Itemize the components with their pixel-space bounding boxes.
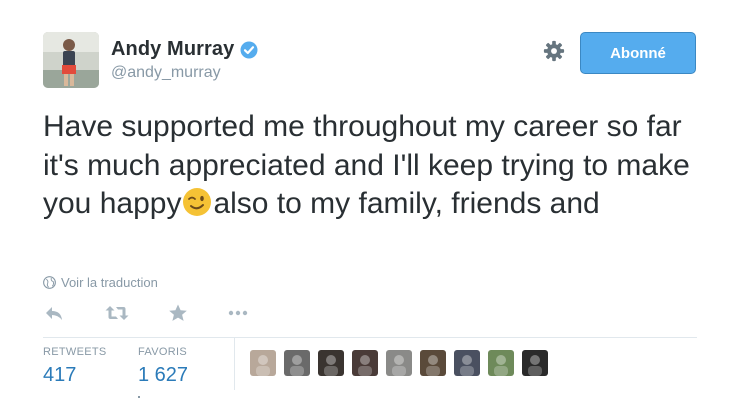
reply-icon[interactable] xyxy=(43,303,65,323)
avatar[interactable] xyxy=(43,32,99,88)
gear-icon[interactable] xyxy=(543,40,565,62)
favoriter-avatar[interactable] xyxy=(420,350,446,376)
name-row: Andy Murray xyxy=(111,38,258,61)
favoriter-avatar[interactable] xyxy=(250,350,276,376)
favoriter-avatar[interactable] xyxy=(454,350,480,376)
favorited-by-avatars xyxy=(250,350,556,376)
divider xyxy=(43,337,697,338)
tweet-text-part-2: also to my family, friends and xyxy=(213,187,600,220)
favoriter-avatar[interactable] xyxy=(284,350,310,376)
separator-dot xyxy=(138,396,140,398)
translate-label: Voir la traduction xyxy=(61,275,158,290)
favoriter-avatar[interactable] xyxy=(318,350,344,376)
globe-icon xyxy=(43,276,56,289)
following-button[interactable]: Abonné xyxy=(580,32,696,74)
favoriter-avatar[interactable] xyxy=(352,350,378,376)
display-name[interactable]: Andy Murray xyxy=(111,38,234,61)
retweets-stat[interactable]: RETWEETS 417 xyxy=(43,346,107,387)
more-icon[interactable] xyxy=(225,303,251,323)
favorites-count: 1 627 xyxy=(138,364,189,386)
tweet-text: Have supported me throughout my career s… xyxy=(43,108,713,224)
retweet-icon[interactable] xyxy=(104,303,130,323)
favorites-label: FAVORIS xyxy=(138,346,187,358)
favorites-stat[interactable]: FAVORIS 1 627 xyxy=(138,346,188,387)
favorite-star-icon[interactable] xyxy=(167,303,189,323)
favoriter-avatar[interactable] xyxy=(522,350,548,376)
stats-divider xyxy=(234,338,235,390)
winking-face-emoji xyxy=(183,188,212,216)
retweets-count: 417 xyxy=(43,364,77,386)
favoriter-avatar[interactable] xyxy=(386,350,412,376)
favoriter-avatar[interactable] xyxy=(488,350,514,376)
user-handle[interactable]: @andy_murray xyxy=(111,64,221,82)
profile-photo xyxy=(43,32,99,88)
translate-link[interactable]: Voir la traduction xyxy=(43,275,158,290)
verified-badge-icon xyxy=(240,41,258,58)
retweets-label: RETWEETS xyxy=(43,346,107,358)
